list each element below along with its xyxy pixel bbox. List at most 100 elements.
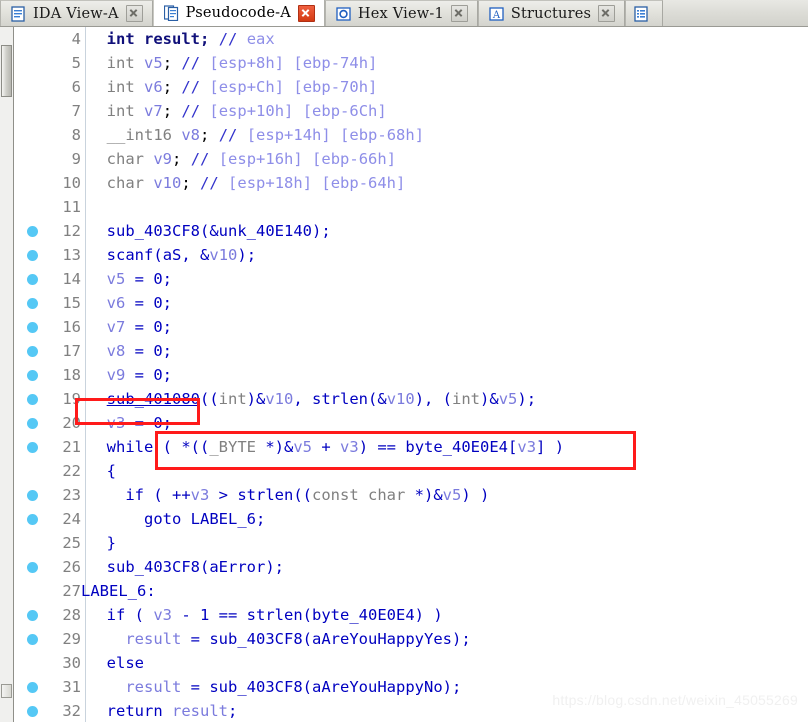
code-token: v3 — [106, 414, 126, 432]
code-text[interactable]: return result; — [88, 699, 238, 722]
code-token: )& — [246, 390, 266, 408]
code-line[interactable]: 22 { — [15, 459, 808, 483]
code-text[interactable]: LABEL_6: — [81, 579, 156, 603]
code-token: = — [125, 342, 154, 360]
code-text[interactable]: char v10; // [esp+18h] [ebp-64h] — [88, 171, 406, 195]
code-line[interactable]: 13 scanf(aS, &v10); — [15, 243, 808, 267]
code-token: *)& — [256, 438, 294, 456]
code-token: v6 — [106, 294, 126, 312]
code-line[interactable]: 17 v8 = 0; — [15, 339, 808, 363]
code-text[interactable]: v3 = 0; — [88, 411, 172, 435]
line-number: 5 — [71, 54, 81, 72]
code-text[interactable]: v6 = 0; — [88, 291, 172, 315]
code-token: ); — [265, 558, 285, 576]
code-text[interactable]: char v9; // [esp+16h] [ebp-66h] — [88, 147, 396, 171]
code-text[interactable]: sub_403CF8(aError); — [88, 555, 284, 579]
code-token: [esp+10h] [ebp-6Ch] — [209, 102, 387, 120]
code-token: > — [209, 486, 238, 504]
code-canvas[interactable]: 4 int result; // eax 5 int v5; // [esp+8h… — [15, 27, 808, 722]
code-text[interactable]: int v7; // [esp+10h] [ebp-6Ch] — [88, 99, 387, 123]
code-line[interactable]: 28 if ( v3 - 1 == strlen(byte_40E0E4) ) — [15, 603, 808, 627]
code-text[interactable]: } — [88, 531, 116, 555]
code-line[interactable]: 19 sub_401080((int)&v10, strlen(&v10), (… — [15, 387, 808, 411]
code-token: int — [218, 390, 247, 408]
code-text[interactable]: sub_401080((int)&v10, strlen(&v10), (int… — [88, 387, 536, 411]
code-line[interactable]: 12 sub_403CF8(&unk_40E140); — [15, 219, 808, 243]
code-token: int — [106, 78, 135, 96]
code-token: ) ) — [461, 486, 490, 504]
code-text[interactable]: sub_403CF8(&unk_40E140); — [88, 219, 331, 243]
code-token: ; — [162, 54, 173, 72]
code-text[interactable]: int v6; // [esp+Ch] [ebp-70h] — [88, 75, 378, 99]
code-line[interactable]: 27 LABEL_6: — [15, 579, 808, 603]
close-icon[interactable] — [598, 5, 616, 22]
code-line[interactable]: 6 int v6; // [esp+Ch] [ebp-70h] — [15, 75, 808, 99]
line-number: 17 — [62, 342, 81, 360]
code-line[interactable]: 29 result = sub_403CF8(aAreYouHappyYes); — [15, 627, 808, 651]
vertical-scrollbar-thumb[interactable] — [1, 45, 12, 97]
code-text[interactable]: else — [88, 651, 144, 675]
code-text[interactable]: if ( ++v3 > strlen((const char *)&v5) ) — [88, 483, 489, 507]
code-line[interactable]: 11 — [15, 195, 808, 219]
code-line[interactable]: 14 v5 = 0; — [15, 267, 808, 291]
enums-icon — [634, 5, 649, 22]
code-line[interactable]: 9 char v9; // [esp+16h] [ebp-66h] — [15, 147, 808, 171]
code-text[interactable]: goto LABEL_6; — [88, 507, 265, 531]
code-line[interactable]: 30 else — [15, 651, 808, 675]
code-token: = — [125, 414, 154, 432]
code-token: int — [452, 390, 481, 408]
code-line[interactable]: 21 while ( *((_BYTE *)&v5 + v3) == byte_… — [15, 435, 808, 459]
code-token: = — [125, 366, 154, 384]
hex-view-icon — [336, 6, 351, 22]
pseudocode-icon — [163, 5, 179, 22]
code-text[interactable]: v5 = 0; — [88, 267, 172, 291]
code-text[interactable]: v7 = 0; — [88, 315, 172, 339]
code-token: ; — [162, 78, 173, 96]
code-line[interactable]: 18 v9 = 0; — [15, 363, 808, 387]
close-icon-red[interactable] — [297, 4, 315, 22]
tab-hex-view-1[interactable]: Hex View-1 — [324, 0, 478, 26]
code-line[interactable]: 10 char v10; // [esp+18h] [ebp-64h] — [15, 171, 808, 195]
code-text[interactable]: scanf(aS, &v10); — [88, 243, 256, 267]
code-line[interactable]: 20 v3 = 0; — [15, 411, 808, 435]
code-text[interactable]: int v5; // [esp+8h] [ebp-74h] — [88, 51, 378, 75]
code-text[interactable]: if ( v3 - 1 == strlen(byte_40E0E4) ) — [88, 603, 443, 627]
code-token: v8 — [106, 342, 126, 360]
code-line[interactable]: 15 v6 = 0; — [15, 291, 808, 315]
vertical-scrollbar-thumb-lower[interactable] — [1, 684, 12, 698]
code-token: ( *(( — [153, 438, 210, 456]
line-number: 19 — [62, 390, 81, 408]
code-token: // — [200, 174, 219, 192]
code-line[interactable]: 23 if ( ++v3 > strlen((const char *)&v5)… — [15, 483, 808, 507]
code-text[interactable]: result = sub_403CF8(aAreYouHappyNo); — [88, 675, 461, 699]
code-line[interactable]: 25 } — [15, 531, 808, 555]
code-text[interactable]: int result; // eax — [88, 27, 275, 51]
code-line[interactable]: 5 int v5; // [esp+8h] [ebp-74h] — [15, 51, 808, 75]
code-text[interactable]: result = sub_403CF8(aAreYouHappyYes); — [88, 627, 470, 651]
code-line[interactable]: 26 sub_403CF8(aError); — [15, 555, 808, 579]
line-number: 21 — [62, 438, 81, 456]
code-text[interactable]: __int16 v8; // [esp+14h] [ebp-68h] — [88, 123, 424, 147]
tab-ida-view-a[interactable]: IDA View-A — [0, 0, 153, 26]
close-icon[interactable] — [125, 5, 143, 22]
code-line[interactable]: 16 v7 = 0; — [15, 315, 808, 339]
code-line[interactable]: 4 int result; // eax — [15, 27, 808, 51]
code-text[interactable]: while ( *((_BYTE *)&v5 + v3) == byte_40E… — [88, 435, 564, 459]
tab-enums-partial[interactable] — [625, 0, 664, 26]
code-text[interactable]: { — [88, 459, 116, 483]
vertical-scrollbar[interactable] — [0, 27, 14, 722]
close-icon[interactable] — [450, 5, 468, 22]
tab-pseudocode-a[interactable]: Pseudocode-A — [152, 0, 325, 26]
code-line[interactable]: 24 goto LABEL_6; — [15, 507, 808, 531]
code-text[interactable]: v9 = 0; — [88, 363, 172, 387]
tab-structures[interactable]: A Structures — [477, 0, 626, 26]
code-line[interactable]: 8 __int16 v8; // [esp+14h] [ebp-68h] — [15, 123, 808, 147]
code-line[interactable]: 7 int v7; // [esp+10h] [ebp-6Ch] — [15, 99, 808, 123]
code-text[interactable]: v8 = 0; — [88, 339, 172, 363]
